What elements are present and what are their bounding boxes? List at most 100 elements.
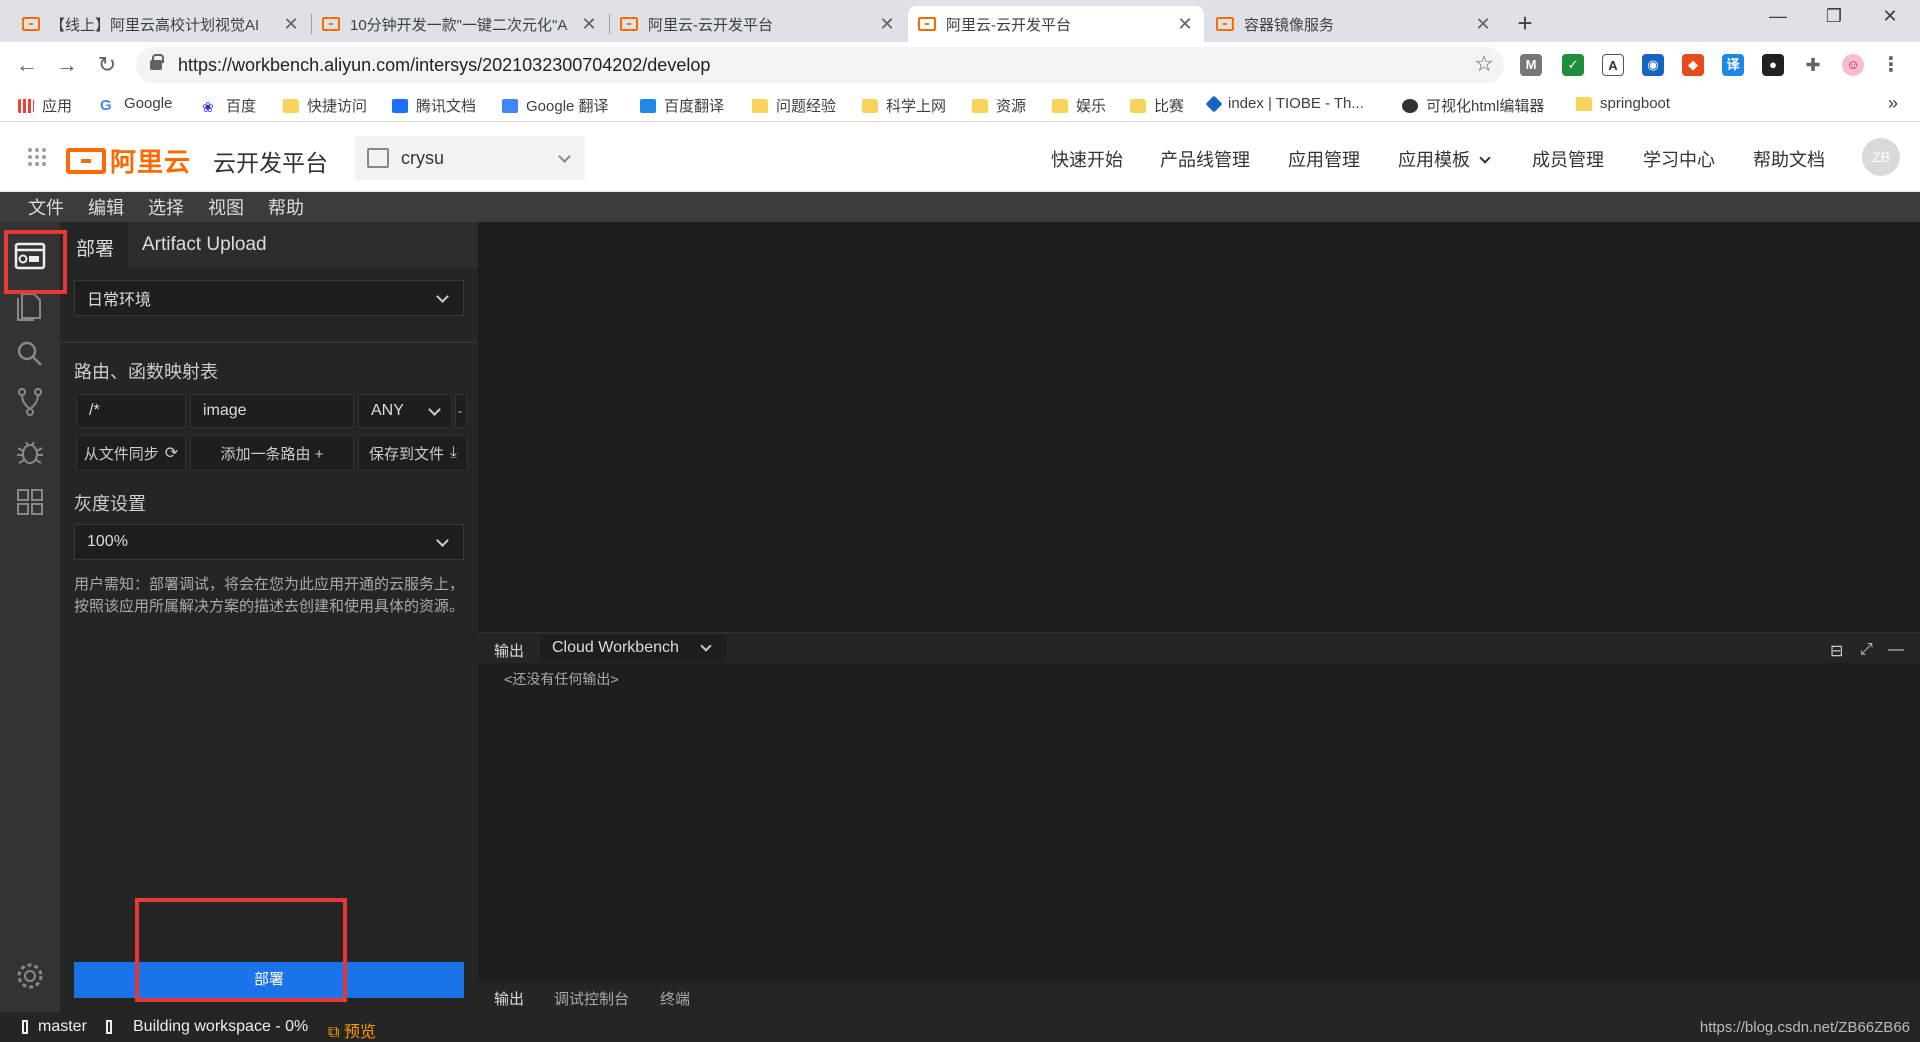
avatar[interactable]: ZB	[1862, 138, 1900, 176]
tencent-docs-icon	[392, 98, 408, 113]
project-name: crysu	[401, 147, 445, 168]
minimize-icon[interactable]: —	[1758, 6, 1798, 27]
tab-close-icon[interactable]: ✕	[580, 14, 598, 35]
source-control-icon[interactable]	[12, 384, 48, 420]
bookmark-tiobe[interactable]: index | TIOBE - Th...	[1205, 95, 1364, 112]
window-close-icon[interactable]: ✕	[1870, 6, 1910, 27]
routes-section-title: 路由、函数映射表	[74, 362, 218, 382]
browser-tab-3[interactable]: 阿里云-云开发平台 ✕	[610, 6, 906, 42]
bookmark-tencent-docs[interactable]: 腾讯文档	[392, 95, 476, 116]
menu-help[interactable]: 帮助	[268, 194, 304, 220]
bookmark-html-editor[interactable]: 可视化html编辑器	[1402, 95, 1544, 116]
settings-gear-icon[interactable]	[12, 958, 48, 994]
save-to-file-button[interactable]: 保存到文件 ⤓	[358, 435, 468, 471]
bookmark-folder-issues[interactable]: 问题经验	[752, 95, 836, 116]
folder-icon	[752, 98, 768, 113]
nav-app-management[interactable]: 应用管理	[1288, 146, 1360, 172]
reload-icon[interactable]: ↻	[92, 50, 122, 80]
bookmark-label: springboot	[1600, 95, 1671, 112]
bookmark-star-icon[interactable]: ☆	[1474, 51, 1494, 77]
tab-artifact-upload[interactable]: Artifact Upload	[142, 234, 267, 256]
nav-app-templates[interactable]: 应用模板	[1398, 146, 1491, 172]
sync-refresh-icon: ⟳	[164, 445, 179, 462]
environment-select[interactable]: 日常环境	[74, 280, 464, 316]
bookmark-google[interactable]: G Google	[100, 95, 172, 114]
bookmark-label: 资源	[996, 98, 1027, 115]
bookmark-label: 应用	[42, 98, 73, 115]
menu-selection[interactable]: 选择	[148, 194, 184, 220]
git-branch[interactable]: master	[38, 1018, 87, 1036]
route-target-input[interactable]: image	[190, 394, 354, 428]
font-extension-icon[interactable]: A	[1602, 54, 1624, 76]
bookmarks-overflow-icon[interactable]: »	[1888, 93, 1898, 114]
bookmark-google-translate[interactable]: Google 翻译	[502, 95, 609, 116]
maximize-panel-icon[interactable]: ⤢	[1860, 641, 1873, 659]
editor-area[interactable]	[478, 222, 1920, 632]
bookmark-folder-science[interactable]: 科学上网	[862, 95, 946, 116]
menu-file[interactable]: 文件	[28, 194, 64, 220]
tab-close-icon[interactable]: ✕	[1474, 14, 1492, 35]
project-icon	[367, 148, 389, 168]
url-input[interactable]: https://workbench.aliyun.com/intersys/20…	[136, 47, 1504, 83]
nav-help-docs[interactable]: 帮助文档	[1753, 146, 1825, 172]
browser-menu-icon[interactable]: ⋮	[1880, 54, 1902, 76]
browser-tab-4-active[interactable]: 阿里云-云开发平台 ✕	[908, 6, 1204, 42]
profile-icon[interactable]: ☺	[1842, 54, 1864, 76]
extensions-grid-icon[interactable]	[12, 484, 48, 520]
tab-deploy[interactable]: 部署	[76, 234, 114, 261]
menu-view[interactable]: 视图	[208, 194, 244, 220]
menu-edit[interactable]: 编辑	[88, 194, 124, 220]
bottom-tab-output[interactable]: 输出	[494, 988, 525, 1014]
bottom-tab-debug-console[interactable]: 调试控制台	[554, 988, 629, 1009]
tab-close-icon[interactable]: ✕	[878, 14, 896, 35]
circle-extension-icon[interactable]: ◉	[1642, 54, 1664, 76]
browser-tab-5[interactable]: 容器镜像服务 ✕	[1206, 6, 1502, 42]
new-tab-plus-icon[interactable]: +	[1510, 8, 1540, 39]
forward-arrow-icon[interactable]: →	[52, 50, 82, 80]
output-channel-select[interactable]: Cloud Workbench	[540, 635, 726, 661]
gray-percentage-select[interactable]: 100%	[74, 524, 464, 560]
bookmark-folder-entertainment[interactable]: 娱乐	[1052, 95, 1106, 116]
bookmark-baidu[interactable]: ❀ 百度	[202, 95, 256, 116]
route-path-input[interactable]: /*	[76, 394, 186, 428]
build-status: Building workspace - 0%	[133, 1018, 309, 1035]
add-route-button[interactable]: 添加一条路由 +	[190, 435, 354, 471]
shield-extension-icon[interactable]: ✓	[1562, 54, 1584, 76]
bookmark-label: 可视化html编辑器	[1426, 98, 1545, 115]
bookmark-folder-springboot[interactable]: springboot	[1576, 95, 1670, 112]
nav-members[interactable]: 成员管理	[1532, 146, 1604, 172]
nav-learning-center[interactable]: 学习中心	[1643, 146, 1715, 172]
product-grid-icon[interactable]	[28, 148, 46, 166]
browser-tab-1[interactable]: 【线上】阿里云高校计划视觉AI ✕	[12, 6, 310, 42]
bookmark-baidu-translate[interactable]: 百度翻译	[640, 95, 724, 116]
nav-quick-start[interactable]: 快速开始	[1051, 146, 1123, 172]
bottom-tab-terminal[interactable]: 终端	[660, 988, 690, 1009]
preview-link[interactable]: ⧉ 预览	[328, 1018, 376, 1042]
output-panel: 输出 Cloud Workbench ⊟ ⤢ — <还没有任何输出>	[478, 632, 1920, 982]
bookmark-quick-access[interactable]: 快捷访问	[283, 95, 367, 116]
route-remove-button[interactable]: -	[455, 394, 467, 428]
puzzle-extensions-icon[interactable]: ✚	[1802, 54, 1824, 76]
gmail-extension-icon[interactable]: M	[1520, 54, 1542, 76]
tab-close-icon[interactable]: ✕	[1176, 14, 1194, 35]
globe-icon	[1402, 98, 1418, 113]
restore-icon[interactable]: ❐	[1814, 6, 1854, 27]
bookmark-folder-resources[interactable]: 资源	[972, 95, 1026, 116]
red-extension-icon[interactable]: ◆	[1682, 54, 1704, 76]
sync-from-file-button[interactable]: 从文件同步 ⟳	[76, 435, 186, 471]
tab-close-icon[interactable]: ✕	[282, 14, 300, 35]
aliyun-logo[interactable]: 阿里云	[66, 142, 191, 179]
output-lock-icon[interactable]: ⊟	[1830, 641, 1843, 661]
nav-product-lines[interactable]: 产品线管理	[1160, 146, 1250, 172]
mask-extension-icon[interactable]: ●	[1762, 54, 1784, 76]
browser-tab-2[interactable]: 10分钟开发一款"一键二次元化"A ✕	[312, 6, 608, 42]
back-arrow-icon[interactable]: ←	[12, 50, 42, 80]
bookmark-folder-contest[interactable]: 比赛	[1130, 95, 1184, 116]
project-select[interactable]: crysu	[355, 136, 585, 180]
close-panel-icon[interactable]: —	[1888, 641, 1904, 659]
bookmark-apps[interactable]: 应用	[18, 95, 72, 116]
translate-extension-icon[interactable]: 译	[1722, 54, 1744, 76]
search-icon[interactable]	[12, 336, 48, 372]
route-method-select[interactable]: ANY	[358, 394, 452, 428]
debug-bug-icon[interactable]	[12, 434, 48, 470]
